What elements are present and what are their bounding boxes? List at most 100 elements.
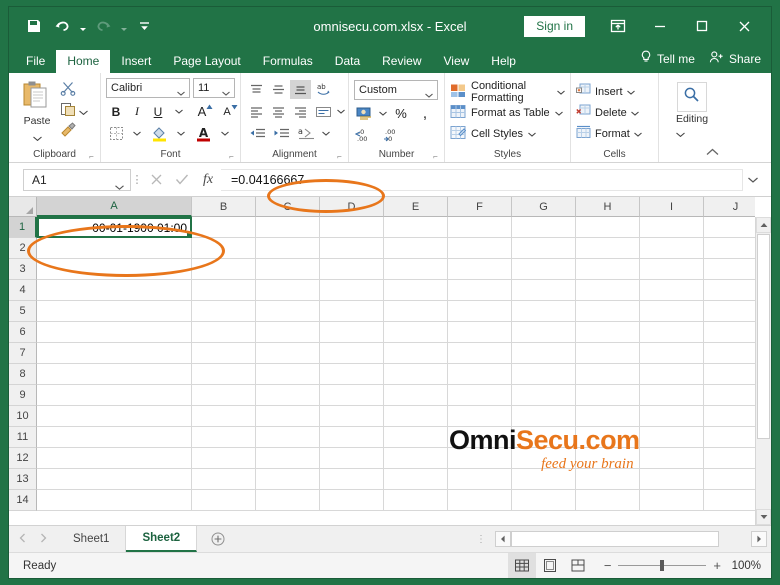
column-header-f[interactable]: F <box>448 197 512 217</box>
formula-bar-splitter[interactable]: ⋮ <box>131 173 143 186</box>
row-header-2[interactable]: 2 <box>9 238 37 259</box>
cell-styles-dropdown-icon[interactable] <box>528 128 536 140</box>
expand-formula-bar-icon[interactable] <box>743 177 763 183</box>
cell-j4[interactable] <box>704 280 755 301</box>
cell-c14[interactable] <box>256 490 320 511</box>
cell-d3[interactable] <box>320 259 384 280</box>
cell-a12[interactable] <box>37 448 192 469</box>
cell-g14[interactable] <box>512 490 576 511</box>
cell-i6[interactable] <box>640 322 704 343</box>
fx-icon[interactable]: fx <box>195 169 221 191</box>
cell-e13[interactable] <box>384 469 448 490</box>
cell-b13[interactable] <box>192 469 256 490</box>
paste-button[interactable]: Paste <box>14 78 60 146</box>
conditional-formatting-dropdown-icon[interactable] <box>557 86 565 98</box>
cell-a3[interactable] <box>37 259 192 280</box>
align-top-button[interactable] <box>246 80 267 99</box>
cell-b9[interactable] <box>192 385 256 406</box>
cell-e7[interactable] <box>384 343 448 364</box>
tab-review[interactable]: Review <box>371 50 432 73</box>
cell-h5[interactable] <box>576 301 640 322</box>
cell-e3[interactable] <box>384 259 448 280</box>
cell-f12[interactable] <box>448 448 512 469</box>
cell-d4[interactable] <box>320 280 384 301</box>
align-center-button[interactable] <box>268 102 289 121</box>
tell-me-button[interactable]: Tell me <box>640 50 695 73</box>
confirm-icon[interactable] <box>169 169 195 191</box>
cell-j11[interactable] <box>704 427 755 448</box>
vertical-scroll-thumb[interactable] <box>757 234 770 439</box>
cell-f14[interactable] <box>448 490 512 511</box>
cell-g4[interactable] <box>512 280 576 301</box>
align-left-button[interactable] <box>246 102 267 121</box>
cell-f7[interactable] <box>448 343 512 364</box>
cell-j1[interactable] <box>704 217 755 238</box>
tab-help[interactable]: Help <box>480 50 527 73</box>
cell-f5[interactable] <box>448 301 512 322</box>
row-header-1[interactable]: 1 <box>9 217 37 238</box>
merge-and-center-button[interactable]: a <box>294 124 320 143</box>
cell-h9[interactable] <box>576 385 640 406</box>
cell-g5[interactable] <box>512 301 576 322</box>
cell-d10[interactable] <box>320 406 384 427</box>
save-icon[interactable] <box>21 13 47 39</box>
cell-j14[interactable] <box>704 490 755 511</box>
cell-e14[interactable] <box>384 490 448 511</box>
formula-bar-value[interactable]: =0.04166667 <box>221 168 743 191</box>
horizontal-scroll-thumb[interactable] <box>511 531 719 547</box>
cell-a7[interactable] <box>37 343 192 364</box>
cell-b2[interactable] <box>192 238 256 259</box>
cell-b4[interactable] <box>192 280 256 301</box>
cell-b11[interactable] <box>192 427 256 448</box>
column-header-a[interactable]: A <box>37 197 192 217</box>
close-icon[interactable] <box>723 11 765 41</box>
cell-g12[interactable] <box>512 448 576 469</box>
scroll-right-icon[interactable] <box>751 531 767 547</box>
cell-g10[interactable] <box>512 406 576 427</box>
font-name-combo[interactable]: Calibri <box>106 78 190 98</box>
cell-c1[interactable] <box>256 217 320 238</box>
cell-g9[interactable] <box>512 385 576 406</box>
cell-d13[interactable] <box>320 469 384 490</box>
cell-e1[interactable] <box>384 217 448 238</box>
row-header-11[interactable]: 11 <box>9 427 37 448</box>
cell-h3[interactable] <box>576 259 640 280</box>
insert-cells-dropdown-icon[interactable] <box>626 86 639 98</box>
cell-f13[interactable] <box>448 469 512 490</box>
cell-h8[interactable] <box>576 364 640 385</box>
cell-j13[interactable] <box>704 469 755 490</box>
cell-d12[interactable] <box>320 448 384 469</box>
cell-a8[interactable] <box>37 364 192 385</box>
increase-decimal-button[interactable]: .00.0 <box>382 125 408 144</box>
tab-page-layout[interactable]: Page Layout <box>162 50 251 73</box>
cell-c9[interactable] <box>256 385 320 406</box>
cell-g1[interactable] <box>512 217 576 238</box>
delete-cells-button[interactable]: Delete <box>576 102 643 123</box>
customize-qat-icon[interactable] <box>131 13 157 39</box>
cell-g3[interactable] <box>512 259 576 280</box>
format-as-table-button[interactable]: Format as Table <box>450 102 563 123</box>
add-sheet-icon[interactable] <box>197 526 240 552</box>
cell-h10[interactable] <box>576 406 640 427</box>
tab-formulas[interactable]: Formulas <box>252 50 324 73</box>
cell-c3[interactable] <box>256 259 320 280</box>
row-header-4[interactable]: 4 <box>9 280 37 301</box>
cell-e8[interactable] <box>384 364 448 385</box>
fill-color-button[interactable] <box>148 124 170 143</box>
cell-g7[interactable] <box>512 343 576 364</box>
next-sheet-icon[interactable] <box>40 533 47 546</box>
decrease-font-size-button[interactable]: A <box>215 102 239 121</box>
decrease-indent-button[interactable] <box>246 124 269 143</box>
cell-i7[interactable] <box>640 343 704 364</box>
normal-view-button[interactable] <box>507 552 536 578</box>
cell-j10[interactable] <box>704 406 755 427</box>
cell-a6[interactable] <box>37 322 192 343</box>
page-layout-view-button[interactable] <box>536 553 564 579</box>
row-header-7[interactable]: 7 <box>9 343 37 364</box>
column-header-b[interactable]: B <box>192 197 256 217</box>
tab-insert[interactable]: Insert <box>110 50 162 73</box>
vertical-scroll-track[interactable] <box>756 233 771 509</box>
conditional-formatting-button[interactable]: Conditional Formatting <box>450 80 565 104</box>
cell-d2[interactable] <box>320 238 384 259</box>
cell-j7[interactable] <box>704 343 755 364</box>
